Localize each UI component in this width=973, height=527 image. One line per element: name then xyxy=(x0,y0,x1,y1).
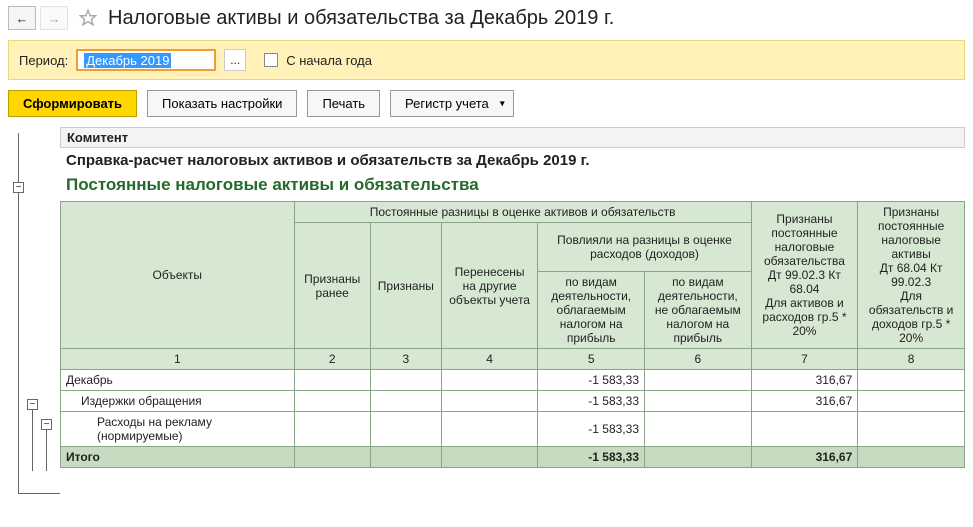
cell-label: Издержки обращения xyxy=(61,391,295,412)
th-recognized-before: Признаны ранее xyxy=(294,223,370,349)
report-title: Справка-расчет налоговых активов и обяза… xyxy=(60,148,965,171)
cell-label: Декабрь xyxy=(61,370,295,391)
period-bar: Период: Декабрь 2019 ... С начала года xyxy=(8,40,965,80)
cell: 316,67 xyxy=(751,391,858,412)
th-col8: Признаны постоянные налоговые активы Дт … xyxy=(858,202,965,349)
total-cell: -1 583,33 xyxy=(538,447,645,468)
colnum: 8 xyxy=(858,349,965,370)
register-dropdown[interactable]: Регистр учета xyxy=(390,90,514,117)
cell: 316,67 xyxy=(751,370,858,391)
generate-button[interactable]: Сформировать xyxy=(8,90,137,117)
show-settings-button[interactable]: Показать настройки xyxy=(147,90,297,117)
cell: -1 583,33 xyxy=(538,370,645,391)
colnum: 2 xyxy=(294,349,370,370)
section-title: Постоянные налоговые активы и обязательс… xyxy=(60,171,965,201)
colnum: 3 xyxy=(370,349,441,370)
colnum: 7 xyxy=(751,349,858,370)
th-perm-diff: Постоянные разницы в оценке активов и об… xyxy=(294,202,751,223)
cell: -1 583,33 xyxy=(538,391,645,412)
th-objects: Объекты xyxy=(61,202,295,349)
colnum: 6 xyxy=(645,349,752,370)
total-cell: 316,67 xyxy=(751,447,858,468)
table-row: Расходы на рекламу (нормируемые) -1 583,… xyxy=(61,412,965,447)
page-title: Налоговые активы и обязательства за Дека… xyxy=(108,7,614,30)
period-value: Декабрь 2019 xyxy=(84,53,171,68)
back-button[interactable]: ← xyxy=(8,6,36,30)
favorite-star-icon[interactable] xyxy=(78,8,98,28)
th-recognized: Признаны xyxy=(370,223,441,349)
tree-toggle[interactable]: − xyxy=(13,182,24,193)
period-label: Период: xyxy=(19,53,68,68)
from-year-start-checkbox[interactable] xyxy=(264,53,278,67)
report-table: Объекты Постоянные разницы в оценке акти… xyxy=(60,201,965,468)
tree-toggle[interactable]: − xyxy=(27,399,38,410)
organization-row: Комитент xyxy=(60,127,965,148)
cell xyxy=(751,412,858,447)
cell: -1 583,33 xyxy=(538,412,645,447)
table-row: Декабрь -1 583,33 316,67 xyxy=(61,370,965,391)
table-row: Издержки обращения -1 583,33 316,67 xyxy=(61,391,965,412)
period-picker-button[interactable]: ... xyxy=(224,49,246,71)
period-input[interactable]: Декабрь 2019 xyxy=(76,49,216,71)
tree-gutter: − − − xyxy=(8,127,60,468)
print-button[interactable]: Печать xyxy=(307,90,380,117)
th-nontaxable: по видам деятельности, не облагаемым нал… xyxy=(645,272,752,349)
th-taxable: по видам деятельности, облагаемым налого… xyxy=(538,272,645,349)
th-col7: Признаны постоянные налоговые обязательс… xyxy=(751,202,858,349)
colnum: 1 xyxy=(61,349,295,370)
colnum: 5 xyxy=(538,349,645,370)
colnum: 4 xyxy=(441,349,537,370)
th-transferred: Перенесены на другие объекты учета xyxy=(441,223,537,349)
table-total-row: Итого -1 583,33 316,67 xyxy=(61,447,965,468)
total-label: Итого xyxy=(61,447,295,468)
cell-label: Расходы на рекламу (нормируемые) xyxy=(61,412,295,447)
from-year-start-label: С начала года xyxy=(286,53,372,68)
tree-toggle[interactable]: − xyxy=(41,419,52,430)
th-affected: Повлияли на разницы в оценке расходов (д… xyxy=(538,223,751,272)
forward-button[interactable]: → xyxy=(40,6,68,30)
